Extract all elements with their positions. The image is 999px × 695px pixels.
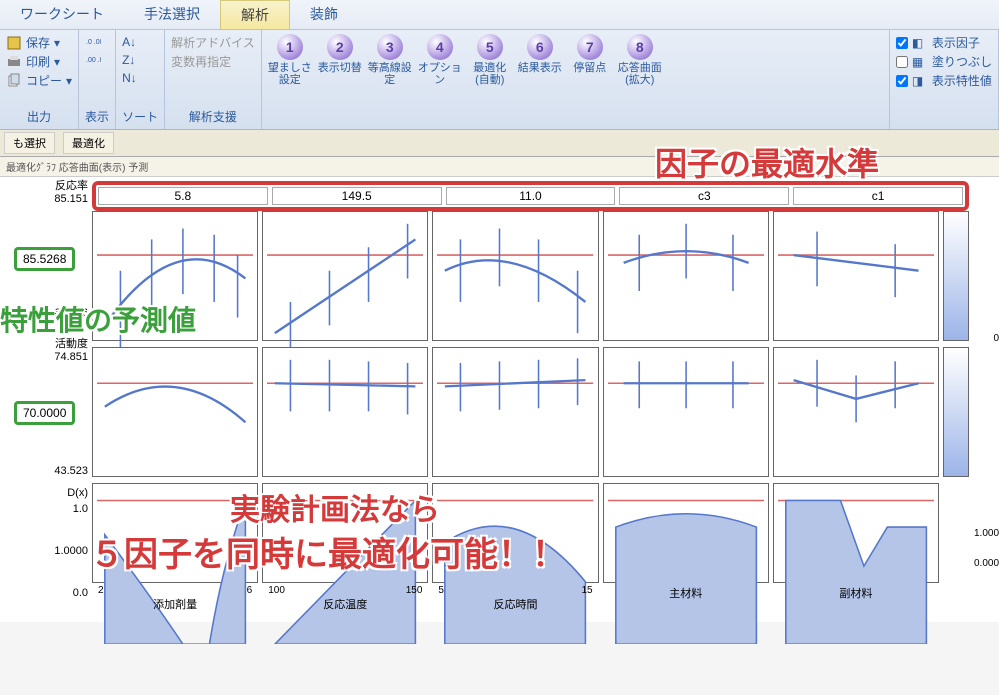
step-4[interactable]: 4オプション — [418, 34, 462, 86]
step-2[interactable]: 2表示切替 — [318, 34, 362, 86]
tab-analysis[interactable]: 解析 — [220, 0, 290, 29]
step-1[interactable]: 1望ましさ設定 — [268, 34, 312, 86]
group-support-label: 解析支援 — [171, 106, 255, 125]
xaxis-3: 515反応時間 — [432, 585, 598, 612]
tab-worksheet[interactable]: ワークシート — [0, 0, 124, 29]
respec-button[interactable]: 変数再指定 — [171, 53, 255, 70]
step-3[interactable]: 3等高線設定 — [368, 34, 412, 86]
optimal-header: 5.8 149.5 11.0 c3 c1 — [92, 181, 969, 211]
chk-charval[interactable]: ◨表示特性値 — [896, 72, 992, 89]
sort-desc-icon: Z↓ — [122, 52, 138, 68]
tab-method[interactable]: 手法選択 — [124, 0, 220, 29]
decimal2-icon: .00 .0 — [85, 52, 101, 68]
subtab-1[interactable]: も選択 — [4, 132, 55, 154]
sort-desc-button[interactable]: Z↓ — [122, 52, 158, 68]
panel-r1-c4 — [603, 211, 769, 341]
print-button[interactable]: 印刷 ▾ — [6, 53, 72, 70]
row1-label: 反応率 — [40, 177, 88, 193]
step-6[interactable]: 6結果表示 — [518, 34, 562, 86]
head-2: 149.5 — [272, 187, 442, 205]
fill-icon: ▦ — [912, 54, 928, 70]
tab-decor[interactable]: 装飾 — [290, 0, 358, 29]
group-right: ◧表示因子 ▦塗りつぶし ◨表示特性値 — [890, 30, 999, 129]
panel-r2-c5 — [773, 347, 939, 477]
xaxis-2: 100150反応温度 — [262, 585, 428, 612]
annot-doe2: ５因子を同時に最適化可能！！ — [90, 527, 566, 576]
ribbon-body: 保存 ▾ 印刷 ▾ コピー ▾ 出力 .0 .00 .00 .0 表示 A↓ Z… — [0, 30, 999, 130]
head-5: c1 — [793, 187, 963, 205]
chk-fill[interactable]: ▦塗りつぶし — [896, 53, 992, 70]
row3-hi: 1.0 — [40, 503, 88, 515]
panel-r3-c4 — [603, 483, 769, 583]
decimal-button[interactable]: .0 .00 — [85, 34, 109, 50]
group-display: .0 .00 .00 .0 表示 — [79, 30, 116, 129]
group-display-label: 表示 — [85, 106, 109, 125]
row1-pred: 85.5268 — [14, 247, 75, 271]
save-button[interactable]: 保存 ▾ — [6, 34, 72, 51]
annot-optimal: 因子の最適水準 — [655, 139, 879, 185]
copy-button[interactable]: コピー ▾ — [6, 72, 72, 89]
panel-r1-c5 — [773, 211, 939, 341]
group-support: 解析アドバイス 変数再指定 解析支援 — [165, 30, 262, 129]
xaxis-4: 主材料 — [603, 585, 769, 612]
ribbon-tabs: ワークシート 手法選択 解析 装飾 — [0, 0, 999, 30]
group-sort-label: ソート — [122, 106, 158, 125]
head-3: 11.0 — [446, 187, 616, 205]
svg-text:.00 .0: .00 .0 — [86, 57, 101, 64]
colorbar-r2 — [943, 347, 969, 477]
subtab-2[interactable]: 最適化 — [63, 132, 114, 154]
step-5[interactable]: 5最適化(自動) — [468, 34, 512, 86]
row1-hi: 85.151 — [40, 193, 88, 205]
chart-area: 因子の最適水準 反応率 85.151 85.5268 61.866 5.8 14… — [0, 177, 999, 622]
row2-hi: 74.851 — [40, 351, 88, 363]
copy-icon — [6, 73, 22, 89]
sort-asc-button[interactable]: A↓ — [122, 34, 158, 50]
group-output: 保存 ▾ 印刷 ▾ コピー ▾ 出力 — [0, 30, 79, 129]
xaxis-1: 26添加剤量 — [92, 585, 258, 612]
sort-num-button[interactable]: N↓ — [122, 70, 158, 86]
panel-r1-c3 — [432, 211, 598, 341]
legend-r3: 0 1 1.000 0.000 — [943, 483, 969, 583]
row2-pred: 70.0000 — [14, 401, 75, 425]
head-1: 5.8 — [98, 187, 268, 205]
head-4: c3 — [619, 187, 789, 205]
step-8[interactable]: 8応答曲面(拡大) — [618, 34, 662, 86]
row2-label: 活動度 — [40, 335, 88, 351]
group-output-label: 出力 — [6, 106, 72, 125]
save-icon — [6, 35, 22, 51]
panel-r2-c3 — [432, 347, 598, 477]
colorbar-r1 — [943, 211, 969, 341]
printer-icon — [6, 54, 22, 70]
advice-button[interactable]: 解析アドバイス — [171, 34, 255, 51]
panel-r2-c4 — [603, 347, 769, 477]
xaxis-5: 副材料 — [773, 585, 939, 612]
row2-lo: 43.523 — [40, 465, 88, 477]
sort-num-icon: N↓ — [122, 70, 138, 86]
panel-r1-c2 — [262, 211, 428, 341]
annot-pred: 特性値の予測値 — [0, 299, 196, 339]
group-sort: A↓ Z↓ N↓ ソート — [116, 30, 165, 129]
charval-icon: ◨ — [912, 73, 928, 89]
sort-asc-icon: A↓ — [122, 34, 138, 50]
annot-doe1: 実験計画法なら — [230, 485, 440, 529]
decimal2-button[interactable]: .00 .0 — [85, 52, 109, 68]
step-7[interactable]: 7停留点 — [568, 34, 612, 86]
svg-text:.0 .00: .0 .00 — [86, 39, 101, 46]
factor-icon: ◧ — [912, 35, 928, 51]
decimal-icon: .0 .00 — [85, 34, 101, 50]
panel-r2-c2 — [262, 347, 428, 477]
row3-lo: 0.0 — [40, 587, 88, 599]
panel-r3-c5 — [773, 483, 939, 583]
group-steps: 1望ましさ設定 2表示切替 3等高線設定 4オプション 5最適化(自動) 6結果… — [262, 30, 890, 129]
row3-mid: 1.0000 — [30, 545, 88, 557]
row3-label: D(x) — [40, 487, 88, 499]
chk-factor[interactable]: ◧表示因子 — [896, 34, 992, 51]
panel-r2-c1 — [92, 347, 258, 477]
